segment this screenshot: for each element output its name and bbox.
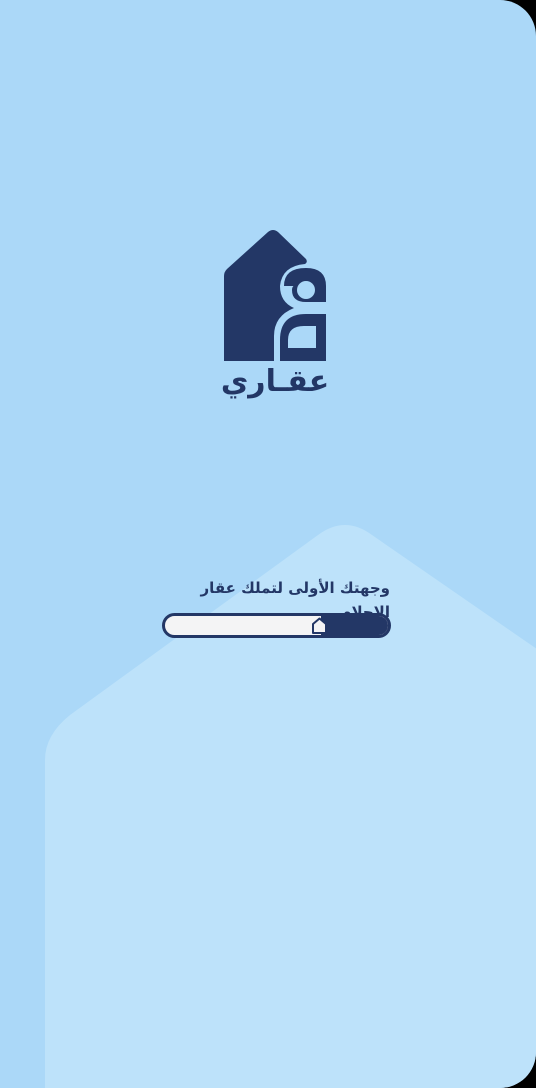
- house-marker-icon: [312, 617, 328, 634]
- background-house-shape: [45, 525, 536, 1088]
- loading-progress-bar: [162, 613, 391, 638]
- house-logo-icon: [224, 230, 326, 361]
- splash-screen: عقـاري وجهتك الأولى لتملك عقار الاحلام: [0, 0, 536, 1088]
- brand-name: عقـاري: [220, 364, 330, 399]
- loading-progress-fill: [321, 616, 388, 635]
